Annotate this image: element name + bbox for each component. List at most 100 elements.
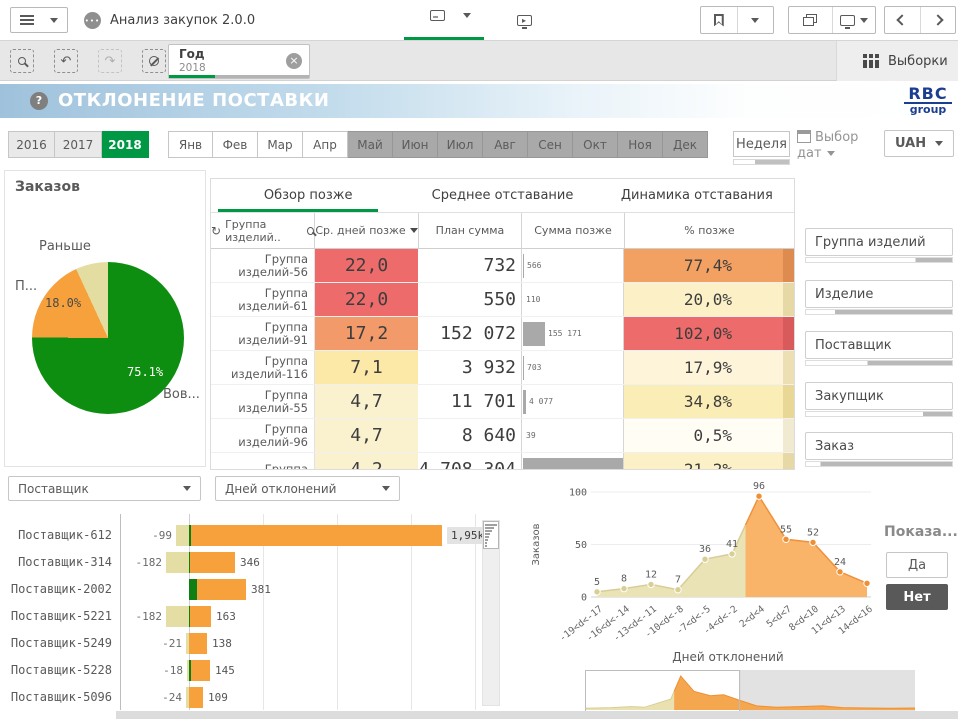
filter-listbox-2[interactable]: Изделие (805, 280, 953, 308)
col-header-late-sum[interactable]: Сумма позже (521, 213, 624, 248)
later-value-label: 109 (208, 684, 228, 711)
earlier-value-label: -21 (146, 630, 182, 657)
week-filter[interactable]: Неделя (733, 131, 790, 157)
date-picker-button[interactable]: Выбор дат (797, 130, 858, 161)
selections-tool-button[interactable]: Выборки (836, 41, 958, 81)
col-header-avg-days-late[interactable]: Ср. дней позже (314, 213, 418, 248)
filter-listbox-3[interactable]: Поставщик (805, 331, 953, 359)
month-button-Фев[interactable]: Фев (213, 131, 258, 158)
refresh-icon[interactable]: ↻ (211, 224, 221, 238)
global-menu-button[interactable] (10, 7, 68, 33)
clear-selections-button[interactable] (142, 49, 166, 73)
currency-select[interactable]: UAH (884, 130, 954, 157)
month-button-Май[interactable]: Май (348, 131, 393, 158)
year-button-2016[interactable]: 2016 (8, 131, 55, 158)
bookmark-button[interactable] (701, 7, 737, 33)
table-row[interactable]: Группаизделий-5622,073256677,4% (211, 249, 794, 283)
bar-row[interactable]: Поставщик-612-991,95k (8, 522, 480, 549)
month-button-Ноя[interactable]: Ноя (618, 131, 663, 158)
bar-row-label: Поставщик-5096 (8, 684, 112, 711)
month-button-Июл[interactable]: Июл (438, 131, 483, 158)
col-header-pct-late[interactable]: % позже (624, 213, 794, 248)
table-tab[interactable]: Динамика отставания (600, 179, 794, 212)
table-row[interactable]: Группа4,24 708 30421,2% (211, 453, 794, 470)
table-tab[interactable]: Обзор позже (211, 179, 405, 212)
measure-select[interactable]: Дней отклонений (215, 476, 400, 501)
search-icon[interactable] (307, 227, 314, 235)
sheet-list-button[interactable] (832, 7, 876, 33)
table-row[interactable]: Группаизделий-554,711 7014 07734,8% (211, 385, 794, 419)
app-options-icon[interactable]: ••• (84, 12, 101, 29)
bar-chart-minimap-scrollbar[interactable] (482, 520, 500, 706)
table-row[interactable]: Группаизделий-964,78 640390,5% (211, 419, 794, 453)
filter-listbox-scrollbar[interactable] (805, 360, 953, 366)
month-button-Янв[interactable]: Янв (168, 131, 213, 158)
product-group-cell: Группаизделий-91 (211, 317, 314, 350)
col-header-product-group[interactable]: ↻ Группа изделий.. (211, 213, 314, 248)
table-tab[interactable]: Среднее отставание (405, 179, 599, 212)
filter-listbox-label: Группа изделий (815, 235, 926, 250)
filter-listbox-scrollbar[interactable] (805, 411, 953, 417)
filter-listbox-scrollbar[interactable] (805, 309, 953, 315)
help-icon[interactable]: ? (30, 92, 48, 110)
show-yes-button[interactable]: Да (886, 552, 948, 578)
plan-sum-cell: 4 708 304 (418, 453, 521, 470)
filter-listbox-4[interactable]: Закупщик (805, 382, 953, 410)
bar-row[interactable]: Поставщик-314-182346 (8, 549, 480, 576)
month-button-Окт[interactable]: Окт (573, 131, 618, 158)
pie-label-later: П... (15, 279, 37, 294)
hamburger-icon (20, 15, 34, 25)
late-sum-value: 155 171 (548, 329, 582, 338)
selection-chip-year[interactable]: Год 2018 × (168, 44, 310, 79)
plan-sum-cell: 8 640 (418, 419, 521, 452)
month-button-Авг[interactable]: Авг (483, 131, 528, 158)
bookmark-dropdown-button[interactable] (737, 7, 774, 33)
bar-row[interactable]: Поставщик-5249-21138 (8, 630, 480, 657)
filter-listbox-scrollbar[interactable] (805, 257, 953, 263)
close-icon[interactable]: × (286, 53, 302, 69)
bar-row[interactable]: Поставщик-2002381 (8, 576, 480, 603)
bar-row[interactable]: Поставщик-5096-24109 (8, 684, 480, 711)
table-row[interactable]: Группаизделий-9117,2152 072155 171102,0% (211, 317, 794, 351)
week-filter-scrollbar[interactable] (733, 159, 790, 165)
filter-listbox-1[interactable]: Группа изделий (805, 228, 953, 256)
step-back-selection-button[interactable]: ↶ (54, 49, 78, 73)
filter-listbox-scrollbar[interactable] (805, 461, 953, 467)
prev-sheet-button[interactable] (885, 7, 920, 33)
table-row[interactable]: Группаизделий-1167,13 93270317,9% (211, 351, 794, 385)
dimension-select[interactable]: Поставщик (8, 476, 201, 501)
duplicate-sheet-button[interactable] (789, 7, 832, 33)
orders-pie-chart[interactable] (32, 262, 184, 414)
table-row[interactable]: Группаизделий-6122,055011020,0% (211, 283, 794, 317)
month-button-Сен[interactable]: Сен (528, 131, 573, 158)
bar-row[interactable]: Поставщик-5228-18145 (8, 657, 480, 684)
month-button-Дек[interactable]: Дек (663, 131, 708, 158)
step-forward-selection-button[interactable]: ↷ (98, 49, 122, 73)
late-sum-value: 39 (526, 431, 536, 440)
filter-listbox-5[interactable]: Заказ (805, 432, 953, 460)
col-header-plan-sum[interactable]: План сумма (418, 213, 521, 248)
pct-late-value: 102,0% (674, 324, 732, 343)
show-no-button[interactable]: Нет (886, 584, 948, 610)
late-sum-bar (523, 254, 524, 278)
sheet-selector-button[interactable] (430, 10, 471, 21)
sort-desc-icon (410, 228, 418, 233)
late-overview-table-panel: Обзор позжеСреднее отставаниеДинамика от… (210, 178, 795, 470)
month-button-Мар[interactable]: Мар (258, 131, 303, 158)
svg-text:52: 52 (807, 527, 819, 538)
month-button-Июн[interactable]: Июн (393, 131, 438, 158)
year-button-2017[interactable]: 2017 (55, 131, 102, 158)
bar-row[interactable]: Поставщик-5221-182163 (8, 603, 480, 630)
supplier-deviation-bar-chart[interactable]: Поставщик-612-991,95kПоставщик-314-18234… (8, 512, 480, 712)
next-sheet-button[interactable] (920, 7, 956, 33)
presentation-mode-button[interactable]: ▸ (517, 11, 532, 30)
pct-late-cell: 21,2% (624, 453, 794, 470)
minimap-bar (485, 527, 494, 529)
month-button-Апр[interactable]: Апр (303, 131, 348, 158)
deviation-days-range-brush[interactable] (585, 670, 915, 712)
search-selections-button[interactable] (10, 49, 34, 73)
horizontal-scrollbar[interactable] (116, 711, 958, 719)
minimap-bar (485, 539, 488, 541)
mini-chart-svg[interactable] (585, 670, 915, 712)
year-button-2018[interactable]: 2018 (102, 131, 149, 158)
